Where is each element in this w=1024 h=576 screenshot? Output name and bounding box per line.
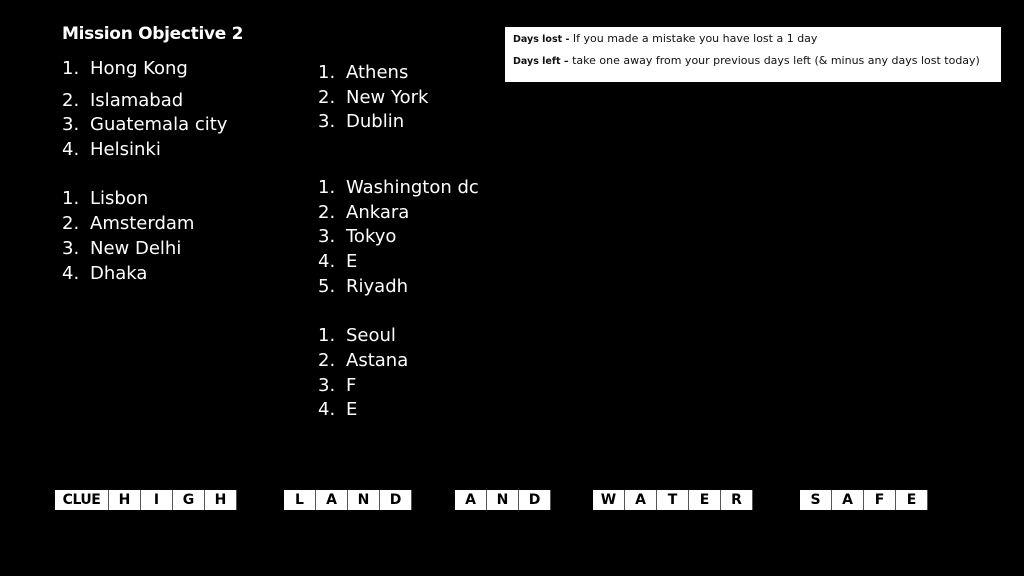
list-item: 3. Dublin (318, 110, 479, 135)
list-item: 4. E (318, 398, 479, 423)
clue-letter: N (487, 490, 519, 510)
clue-letter: N (348, 490, 380, 510)
item-number: 3. (62, 237, 80, 259)
clue-letter: A (625, 490, 657, 510)
clue-letter: H (205, 490, 237, 510)
list-item: 5. Riyadh (318, 275, 479, 300)
item-text: Washington dc (346, 177, 479, 199)
item-text: Amsterdam (90, 213, 195, 235)
item-number: 1. (318, 325, 336, 347)
city-list-1: 1. Hong Kong 2. Islamabad 3. Guatemala city… (62, 57, 227, 286)
item-text: Helsinki (90, 139, 161, 161)
clue-letter: D (519, 490, 551, 510)
item-number: 2. (62, 89, 80, 111)
item-number: 1. (62, 58, 80, 79)
item-number: 4. (62, 139, 80, 161)
list-item: 2. Islamabad (62, 89, 227, 114)
clue-letter: A (455, 490, 487, 510)
clue-letter: W (593, 490, 625, 510)
clue-letter: E (896, 490, 928, 510)
item-number: 3. (318, 111, 336, 133)
clue-letter: T (657, 490, 689, 510)
list-item: 2. Astana (318, 349, 479, 374)
days-lost-label: Days lost - (513, 34, 570, 45)
list-item: 4. Dhaka (62, 262, 227, 287)
item-text: Dhaka (90, 262, 148, 284)
clue-letter: G (173, 490, 205, 510)
mission-title: Mission Objective 2 (62, 24, 244, 44)
item-number: 4. (318, 399, 336, 421)
list-item: 3. Tokyo (318, 225, 479, 250)
list-item: 4. E (318, 250, 479, 275)
item-text: Seoul (346, 325, 396, 347)
item-number: 2. (318, 86, 336, 108)
clue-letter: I (141, 490, 173, 510)
clue-word-and: A N D (455, 490, 551, 510)
clue-letter: H (109, 490, 141, 510)
list-item: 2. New York (318, 86, 479, 111)
list-item: 2. Ankara (318, 201, 479, 226)
list-item: 3. Guatemala city (62, 113, 227, 138)
clue-letter: D (380, 490, 412, 510)
item-number: 3. (318, 374, 336, 396)
item-text: F (346, 374, 357, 396)
item-number: 2. (62, 213, 80, 235)
list-item: 1. Washington dc (318, 176, 479, 201)
clue-word-water: W A T E R (593, 490, 753, 510)
item-text: Guatemala city (90, 114, 228, 136)
clue-letter: A (316, 490, 348, 510)
item-number: 2. (318, 201, 336, 223)
clue-letter: S (800, 490, 832, 510)
item-text: E (346, 251, 358, 273)
item-number: 2. (318, 349, 336, 371)
rules-box: Days lost - If you made a mistake you ha… (505, 27, 1001, 82)
clue-word-land: L A N D (284, 490, 412, 510)
item-text: Riyadh (346, 275, 409, 297)
item-number: 1. (62, 188, 80, 210)
spacer (318, 135, 479, 176)
spacer (62, 163, 227, 188)
list-item: 1. Seoul (318, 324, 479, 349)
item-number: 3. (62, 114, 80, 136)
clue-letter: A (832, 490, 864, 510)
list-item: 1. Athens (318, 61, 479, 86)
list-item: 3. F (318, 374, 479, 399)
clue-letter: E (689, 490, 721, 510)
days-left-text: take one away from your previous days le… (568, 54, 980, 67)
item-text: New Delhi (90, 237, 182, 259)
days-lost-rule: Days lost - If you made a mistake you ha… (513, 31, 993, 53)
item-number: 5. (318, 275, 336, 297)
item-text: New York (346, 86, 429, 108)
list-item: 3. New Delhi (62, 237, 227, 262)
item-number: 1. (318, 177, 336, 199)
item-number: 4. (318, 251, 336, 273)
item-text: Lisbon (90, 188, 149, 210)
spacer (318, 300, 479, 325)
item-text: Athens (346, 62, 409, 83)
list-item: 1. Lisbon (62, 187, 227, 212)
item-number: 4. (62, 262, 80, 284)
days-left-label: Days left – (513, 56, 569, 67)
item-text: Dublin (346, 111, 405, 133)
city-list-2: 1. Athens 2. New York 3. Dublin 1. Washingto… (318, 61, 479, 423)
item-text: Astana (346, 349, 409, 371)
clue-letter: F (864, 490, 896, 510)
days-left-rule: Days left – take one away from your prev… (513, 53, 993, 75)
item-text: Islamabad (90, 89, 184, 111)
clue-label: CLUE (55, 490, 109, 510)
list-item: 2. Amsterdam (62, 212, 227, 237)
list-item: 4. Helsinki (62, 138, 227, 163)
clue-word-high: CLUE H I G H (55, 490, 237, 510)
item-text: Hong Kong (90, 58, 188, 79)
clue-letter: L (284, 490, 316, 510)
item-text: Tokyo (346, 226, 397, 248)
clue-word-safe: S A F E (800, 490, 928, 510)
days-lost-text: If you made a mistake you have lost a 1 … (569, 32, 818, 45)
item-text: Ankara (346, 201, 410, 223)
item-number: 1. (318, 62, 336, 83)
list-item: 1. Hong Kong (62, 57, 227, 82)
item-text: E (346, 399, 358, 421)
item-number: 3. (318, 226, 336, 248)
clue-letter: R (721, 490, 753, 510)
